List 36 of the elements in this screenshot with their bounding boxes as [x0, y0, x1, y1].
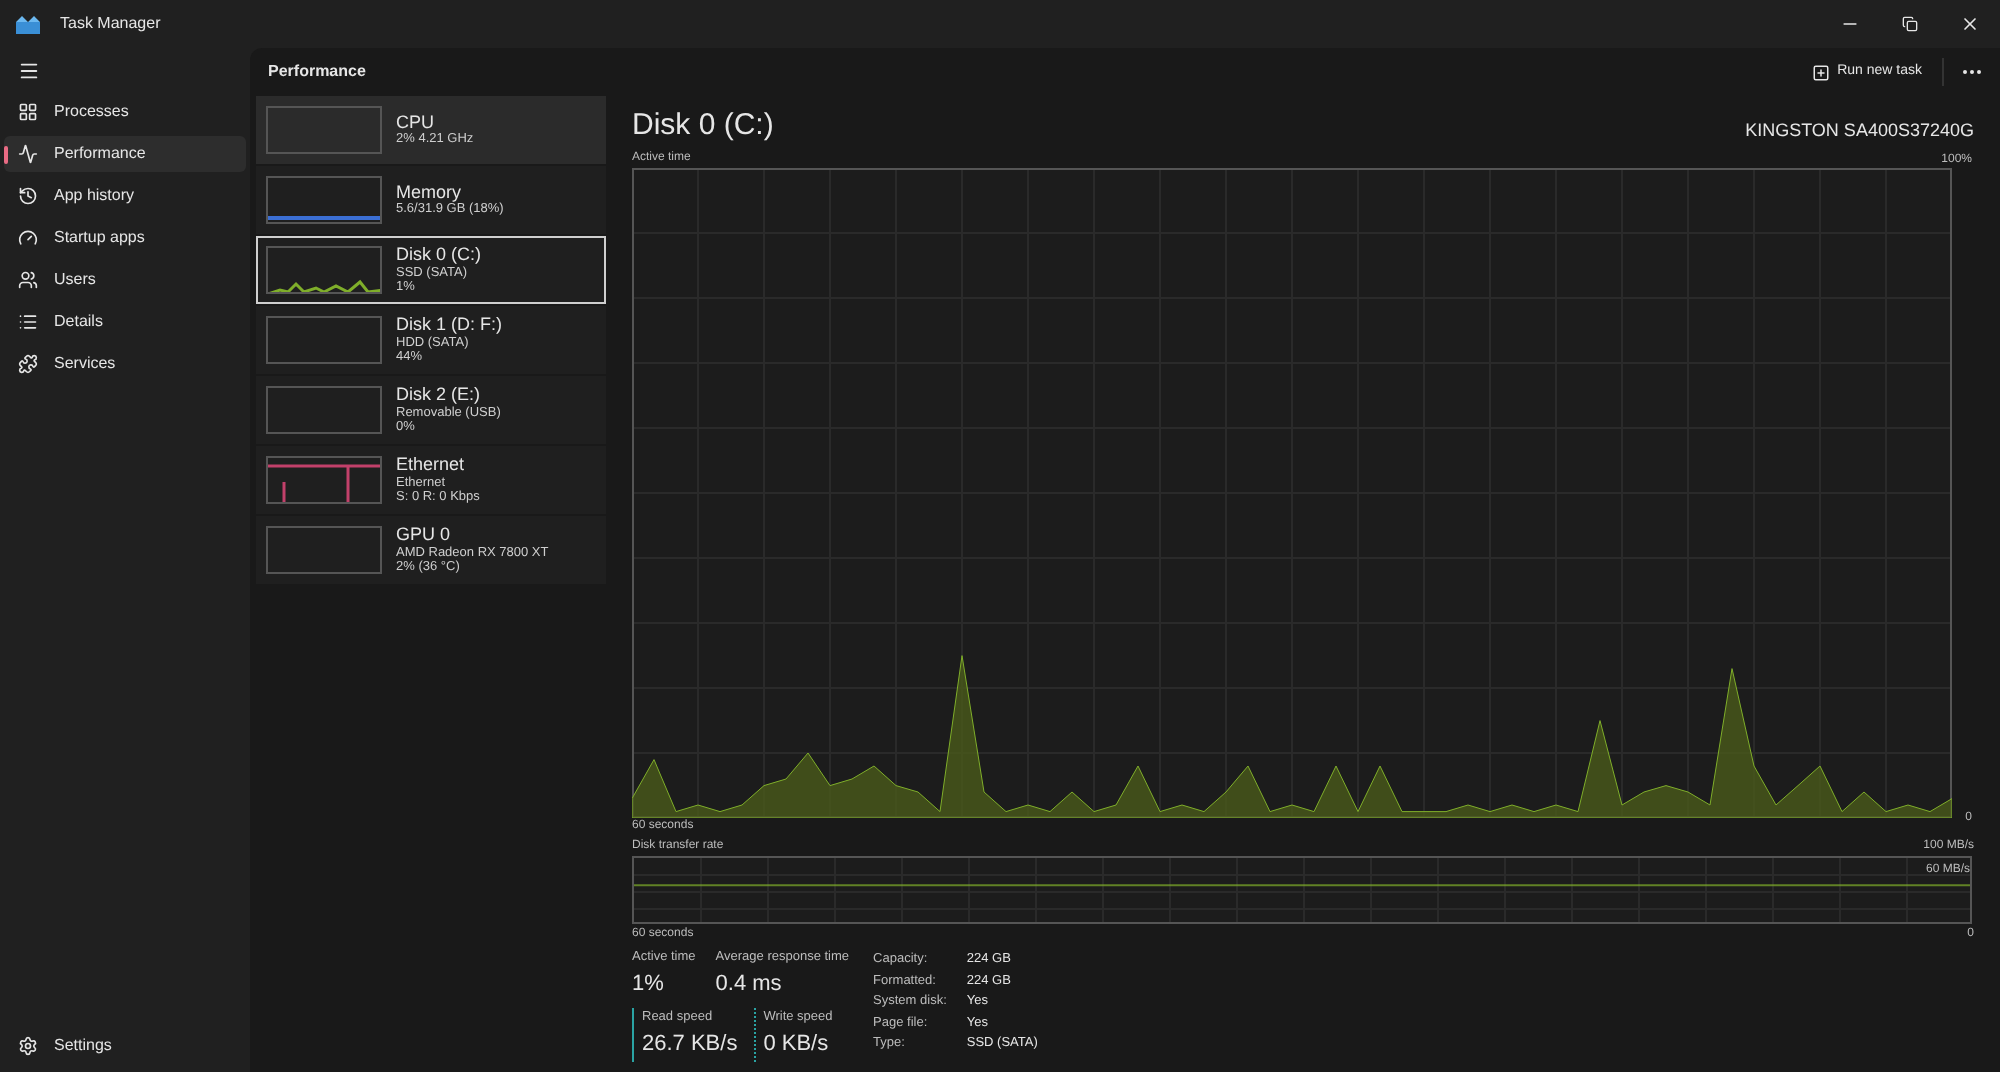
app-logo-icon: [16, 15, 40, 33]
sidebar-item[interactable]: App history: [4, 178, 246, 214]
device-model: KINGSTON SA400S37240G: [1745, 117, 1974, 143]
device-name: Ethernet: [396, 454, 467, 476]
device-title: Disk 0 (C:): [632, 105, 774, 145]
sidebar-icon: [18, 354, 38, 374]
sidebar-icon: [18, 186, 38, 206]
stat-value: 0 KB/s: [763, 1030, 831, 1060]
sidebar-item[interactable]: Startup apps: [4, 220, 246, 256]
selection-indicator: [4, 146, 8, 164]
settings-icon: [18, 1036, 38, 1056]
device-name: GPU 0: [396, 524, 453, 546]
device-name: Disk 0 (C:): [396, 244, 481, 266]
sidebar-item[interactable]: Processes: [4, 94, 246, 130]
page-title: Performance: [268, 60, 366, 84]
device-name: Disk 1 (D: F:): [396, 314, 502, 336]
device-name: Memory: [396, 182, 464, 203]
sidebar-item[interactable]: Services: [4, 346, 246, 382]
stat-value: 0.4 ms: [715, 969, 784, 1000]
settings-item[interactable]: Settings: [0, 1028, 250, 1064]
stat-value: 26.7 KB/s: [642, 1030, 738, 1060]
menu-icon: [17, 59, 39, 81]
sidebar-item[interactable]: Users: [4, 262, 246, 298]
restore-icon: [1902, 16, 1918, 32]
sidebar-icon: [18, 312, 38, 332]
sidebar-item[interactable]: Performance: [4, 136, 246, 172]
stat-value: 1%: [632, 969, 666, 1000]
close-icon: [1960, 14, 1980, 34]
device-name: CPU: [396, 112, 437, 133]
device-name: Disk 2 (E:): [396, 384, 483, 406]
sidebar-icon: [18, 270, 38, 290]
sidebar-icon: [18, 102, 38, 122]
window-title: Task Manager: [60, 12, 161, 36]
sidebar-icon: [18, 144, 38, 164]
sidebar-item[interactable]: Details: [4, 304, 246, 340]
sidebar-icon: [18, 228, 38, 248]
